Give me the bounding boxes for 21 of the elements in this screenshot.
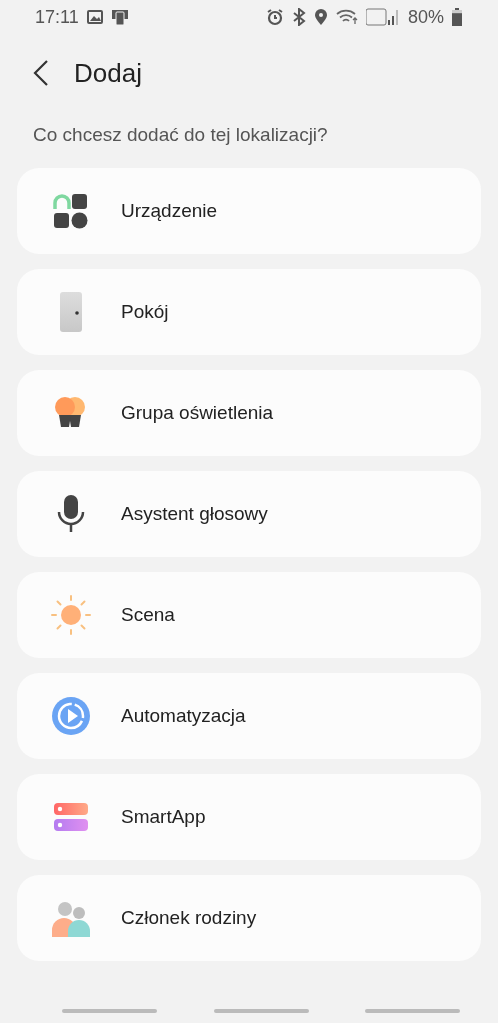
play-circle-icon xyxy=(51,696,91,736)
status-time: 17:11 xyxy=(35,6,79,28)
battery-percentage: 80% xyxy=(407,6,444,28)
menu-item[interactable]: Urządzenie xyxy=(17,168,481,254)
image-icon xyxy=(86,10,103,24)
signal-icon xyxy=(365,8,400,26)
menu-item[interactable]: Automatyzacja xyxy=(17,673,481,759)
menu-item[interactable]: Asystent głosowy xyxy=(17,471,481,557)
bluetooth-icon xyxy=(291,8,306,26)
alarm-icon xyxy=(265,8,284,26)
battery-icon xyxy=(452,8,462,26)
location-icon xyxy=(313,8,328,26)
wifi-icon xyxy=(335,9,358,25)
menu-item[interactable]: Pokój xyxy=(17,269,481,355)
menu-item[interactable]: SmartApp xyxy=(17,774,481,860)
menu-item[interactable]: Członek rodziny xyxy=(17,875,481,961)
menu-item[interactable]: Scena xyxy=(17,572,481,658)
menu-item[interactable]: Grupa oświetlenia xyxy=(17,370,481,456)
page-title: Dodaj xyxy=(74,57,142,89)
subtitle: Co chcesz dodać do tej lokalizacji? xyxy=(33,124,329,146)
sun-icon xyxy=(51,595,91,635)
